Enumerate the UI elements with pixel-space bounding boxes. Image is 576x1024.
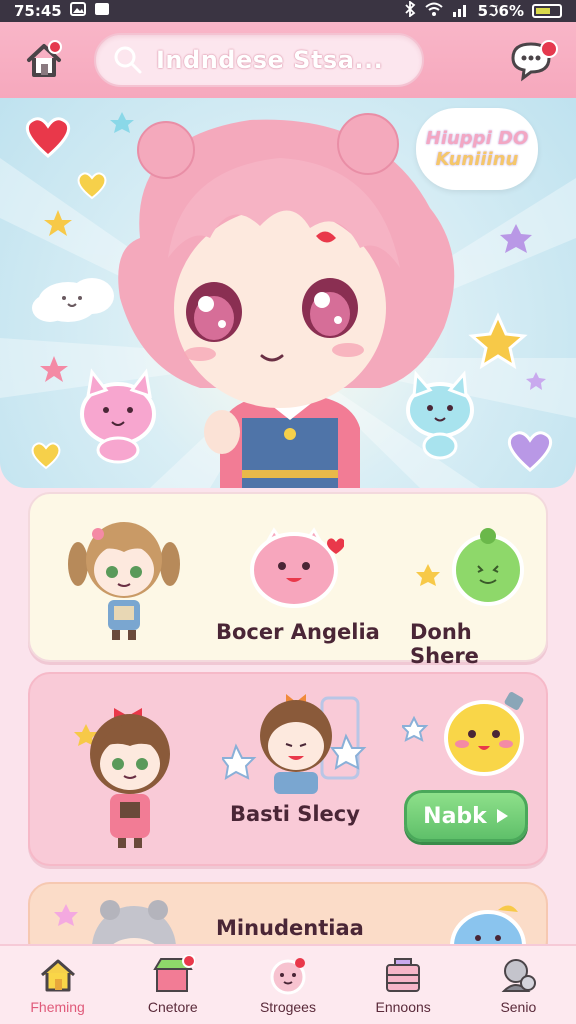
hero-banner[interactable]: Hiuppi DO Kuniiinu (0, 98, 576, 488)
gift-box-icon (386, 958, 421, 992)
nav-item-pets[interactable]: Strogees (233, 955, 343, 1015)
nav-label: Senio (500, 999, 537, 1015)
nav-item-gifts[interactable]: Ennoons (348, 955, 458, 1015)
nav-item-settings[interactable]: Senio (463, 955, 573, 1015)
image-notification-icon (69, 2, 86, 20)
status-time: 75:45 (14, 2, 62, 20)
search-bar[interactable]: Indndese Stsa... (94, 33, 424, 87)
play-arrow-icon (496, 809, 508, 823)
search-icon (114, 46, 142, 74)
nav-label: Fheming (30, 999, 85, 1015)
app-header: Indndese Stsa... (0, 22, 576, 98)
nav-label: Cnetore (147, 999, 198, 1015)
character-name-label: Bocer Angelia (216, 620, 380, 644)
hero-tag-line-1: Hiuppi DO (425, 128, 529, 149)
pet-icon (270, 958, 306, 995)
wifi-icon (424, 1, 444, 21)
blue-cat-character (406, 370, 474, 460)
home-button[interactable] (18, 34, 70, 86)
settings-icon (501, 959, 537, 992)
cloud-icon (32, 278, 114, 322)
chat-button[interactable] (506, 34, 558, 86)
hero-tag-line-2: Kuniiinu (435, 149, 519, 170)
main-character-girl (118, 113, 455, 488)
nav-label: Strogees (259, 999, 316, 1015)
home-icon (40, 959, 75, 992)
character-name-label: Minudentiaa (216, 916, 364, 940)
signal-icon (452, 1, 470, 21)
nav-item-home[interactable]: Fheming (3, 955, 113, 1015)
battery-icon (532, 4, 562, 18)
notification-dot (48, 40, 62, 54)
character-name-label: Basti Slecy (230, 802, 360, 826)
character-card-1[interactable]: Bocer Angelia Donh Shere (28, 492, 548, 668)
sms-notification-icon (94, 2, 110, 20)
character-name-label: Donh Shere (410, 620, 479, 668)
status-bar: 75:45 5ℑ6% (0, 0, 576, 22)
nav-label: Ennoons (375, 999, 431, 1015)
battery-percent: 5ℑ6% (477, 2, 524, 20)
pink-blob-character (250, 527, 344, 608)
nav-item-store[interactable]: Cnetore (118, 955, 228, 1015)
pink-cat-character (80, 368, 156, 464)
bow-girl-character (74, 708, 170, 848)
twin-tail-girl-character (68, 522, 180, 640)
bottom-navigation: Fheming Cnetore Strogees Ennoons Senio (0, 944, 576, 1024)
bluetooth-icon (404, 0, 416, 21)
green-blob-character (416, 528, 524, 606)
next-button-label: Nabk (423, 803, 487, 829)
store-icon (153, 955, 195, 992)
hero-tag: Hiuppi DO Kuniiinu (416, 108, 538, 190)
cheering-boy-character (222, 694, 367, 794)
search-query-text: Indndese Stsa... (156, 46, 384, 74)
chat-notification-dot (540, 40, 558, 58)
next-button[interactable]: Nabk (404, 790, 528, 842)
character-card-2[interactable]: Basti Slecy Nabk (28, 672, 548, 866)
yellow-blob-character (402, 692, 524, 776)
